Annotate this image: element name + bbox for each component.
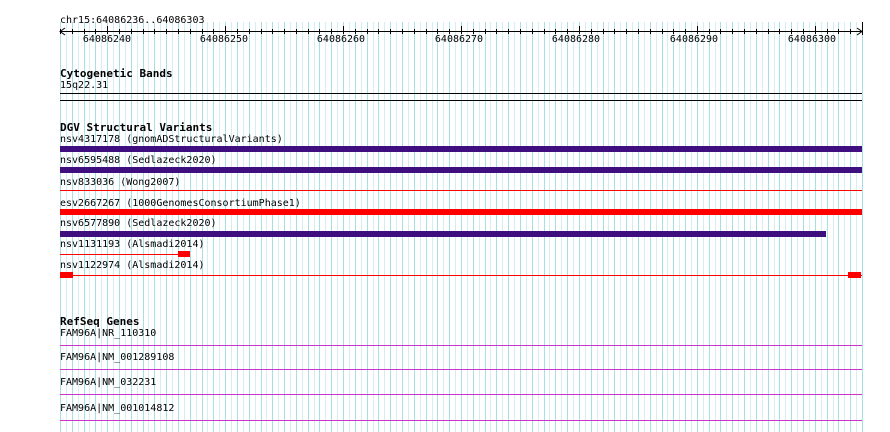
- variant-block[interactable]: [848, 272, 861, 278]
- gene-label[interactable]: FAM96A|NM_001014812: [60, 403, 174, 415]
- variant-label[interactable]: nsv1131193 (Alsmadi2014): [60, 239, 205, 251]
- gene-feature[interactable]: [60, 394, 862, 395]
- variant-feature[interactable]: [60, 146, 862, 152]
- ruler-tick-label: 64086240: [82, 34, 132, 45]
- coordinate-grid: [59, 22, 863, 432]
- ruler-tick-label: 64086280: [551, 34, 601, 45]
- gene-label[interactable]: FAM96A|NR_110310: [60, 328, 156, 340]
- refseq-track-title[interactable]: RefSeq Genes: [60, 316, 139, 328]
- variant-block[interactable]: [178, 251, 190, 257]
- variant-feature[interactable]: [60, 254, 178, 255]
- gene-feature[interactable]: [60, 369, 862, 370]
- variant-label[interactable]: nsv1122974 (Alsmadi2014): [60, 260, 205, 272]
- gene-feature[interactable]: [60, 420, 862, 421]
- ruler-tick-label: 64086270: [434, 34, 484, 45]
- cytoband-track-bottom: [60, 100, 862, 101]
- cytogenetic-bands-title[interactable]: Cytogenetic Bands: [60, 68, 173, 80]
- variant-feature[interactable]: [60, 190, 862, 191]
- gene-feature[interactable]: [60, 345, 862, 346]
- variant-feature[interactable]: [60, 209, 862, 215]
- gene-label[interactable]: FAM96A|NM_001289108: [60, 352, 174, 364]
- variant-label[interactable]: nsv6595488 (Sedlazeck2020): [60, 155, 217, 167]
- ruler-tick-label: 64086290: [669, 34, 719, 45]
- variant-feature[interactable]: [60, 167, 862, 173]
- coordinate-range-label: chr15:64086236..64086303: [60, 15, 205, 26]
- cytoband-track-top: [60, 93, 862, 94]
- ruler-tick-label: 64086300: [787, 34, 837, 45]
- ruler-tick-label: 64086250: [199, 34, 249, 45]
- variant-feature[interactable]: [60, 231, 826, 237]
- variant-block[interactable]: [60, 272, 73, 278]
- cytoband-label: 15q22.31: [60, 80, 109, 91]
- variant-label[interactable]: nsv6577890 (Sedlazeck2020): [60, 218, 217, 230]
- gene-label[interactable]: FAM96A|NM_032231: [60, 377, 156, 389]
- variant-label[interactable]: nsv833036 (Wong2007): [60, 177, 180, 189]
- variant-label[interactable]: nsv4317178 (gnomADStructuralVariants): [60, 134, 283, 146]
- ruler-tick-label: 64086260: [316, 34, 366, 45]
- variant-feature[interactable]: [60, 275, 862, 276]
- dgv-track-title[interactable]: DGV Structural Variants: [60, 122, 212, 134]
